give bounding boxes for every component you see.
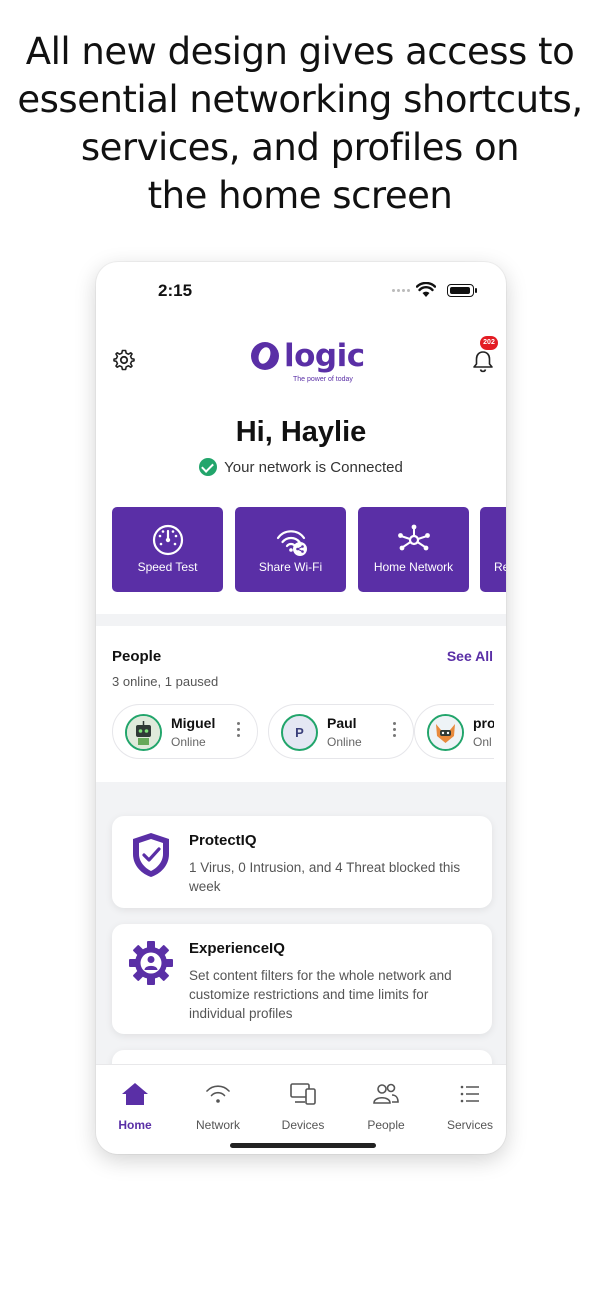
app-header: logic The power of today 202 <box>96 332 506 392</box>
tab-label: Network <box>195 1118 240 1132</box>
profile-name: Paul <box>327 715 357 731</box>
gear-person-icon <box>129 941 173 985</box>
tab-home[interactable]: Home <box>96 1081 175 1132</box>
people-summary: 3 online, 1 paused <box>112 674 219 689</box>
people-icon <box>373 1083 399 1104</box>
logo-tagline: The power of today <box>293 376 353 383</box>
tab-label: Home <box>118 1118 152 1132</box>
network-status-text: Your network is Connected <box>224 458 403 476</box>
notification-badge: 202 <box>480 336 498 350</box>
partial-shortcut-label: Re <box>494 560 506 574</box>
shortcut-row[interactable]: Speed Test Share Wi-Fi Home Network R <box>112 507 506 593</box>
tab-label: Devices <box>281 1118 325 1132</box>
network-hub-icon <box>397 524 430 551</box>
status-bar: 2:15 <box>96 262 506 318</box>
home-indicator <box>230 1143 376 1148</box>
devices-icon <box>290 1083 316 1105</box>
profile-status: Onl <box>473 735 492 749</box>
profile-chip-miguel[interactable]: Miguel Online <box>112 704 258 759</box>
robot-avatar <box>125 714 162 751</box>
experienceiq-card[interactable]: ExperienceIQ Set content filters for the… <box>112 924 492 1034</box>
profile-chip-partial[interactable]: pro Onl <box>414 704 494 759</box>
bottom-tab-bar: Home Network Devices People Services <box>96 1064 506 1154</box>
wifi-icon <box>206 1085 230 1103</box>
profile-name: Miguel <box>171 715 216 731</box>
headline-line-1: All new design gives access to <box>25 30 575 73</box>
more-vertical-icon[interactable] <box>393 722 397 740</box>
logo-mark <box>251 342 279 370</box>
home-network-label: Home Network <box>373 560 454 574</box>
battery-icon <box>447 284 477 297</box>
network-status: Your network is Connected <box>96 458 506 476</box>
experienceiq-title: ExperienceIQ <box>189 940 285 957</box>
experienceiq-description: Set content filters for the whole networ… <box>189 968 452 1021</box>
logic-logo: logic The power of today <box>251 338 365 384</box>
home-network-button[interactable]: Home Network <box>358 507 469 592</box>
speedometer-icon <box>152 524 183 556</box>
shield-check-icon <box>133 833 169 877</box>
section-divider <box>96 614 506 626</box>
signal-icon <box>392 289 410 292</box>
headline-line-2: essential networking shortcuts, <box>17 78 583 121</box>
home-icon <box>122 1083 148 1105</box>
tab-network[interactable]: Network <box>178 1081 258 1132</box>
profile-chip-paul[interactable]: P Paul Online <box>268 704 414 759</box>
see-all-link[interactable]: See All <box>447 648 493 664</box>
marketing-headline: All new design gives access to essential… <box>0 28 600 220</box>
headline-line-4: the home screen <box>147 174 453 217</box>
profile-status: Online <box>171 735 206 749</box>
tab-services[interactable]: Services <box>430 1081 506 1132</box>
gear-icon[interactable] <box>112 348 136 372</box>
logo-word: logic <box>284 338 365 374</box>
greeting: Hi, Haylie <box>235 416 367 448</box>
more-vertical-icon[interactable] <box>237 722 241 740</box>
share-wifi-label: Share Wi-Fi <box>258 560 323 574</box>
headline-line-3: services, and profiles on <box>80 126 520 169</box>
tab-label: Services <box>446 1118 493 1132</box>
protectiq-title: ProtectIQ <box>189 832 257 849</box>
phone-screen: 2:15 logic The power of today 202 Hi, Ha… <box>96 262 506 1154</box>
letter-avatar: P <box>281 714 318 751</box>
partial-shortcut-button[interactable]: Re <box>480 507 506 592</box>
protectiq-card[interactable]: ProtectIQ 1 Virus, 0 Intrusion, and 4 Th… <box>112 816 492 908</box>
tab-devices[interactable]: Devices <box>263 1081 343 1132</box>
list-icon <box>460 1085 479 1103</box>
people-section: People See All 3 online, 1 paused Miguel… <box>96 626 506 782</box>
wifi-status-icon <box>416 282 436 297</box>
check-circle-icon <box>199 458 218 476</box>
tab-label: People <box>367 1118 405 1132</box>
speed-test-label: Speed Test <box>137 560 198 574</box>
share-wifi-icon <box>276 530 307 556</box>
profile-status: Online <box>327 735 362 749</box>
speed-test-button[interactable]: Speed Test <box>112 507 223 592</box>
profile-list: Miguel Online P Paul Online pro Onl <box>112 704 494 762</box>
profile-name: pro <box>473 715 494 731</box>
status-time: 2:15 <box>158 281 193 300</box>
share-wifi-button[interactable]: Share Wi-Fi <box>235 507 346 592</box>
tab-people[interactable]: People <box>346 1081 426 1132</box>
fox-avatar <box>427 714 464 751</box>
protectiq-description: 1 Virus, 0 Intrusion, and 4 Threat block… <box>189 860 461 894</box>
bell-icon[interactable] <box>470 346 496 374</box>
people-title: People <box>112 648 162 665</box>
